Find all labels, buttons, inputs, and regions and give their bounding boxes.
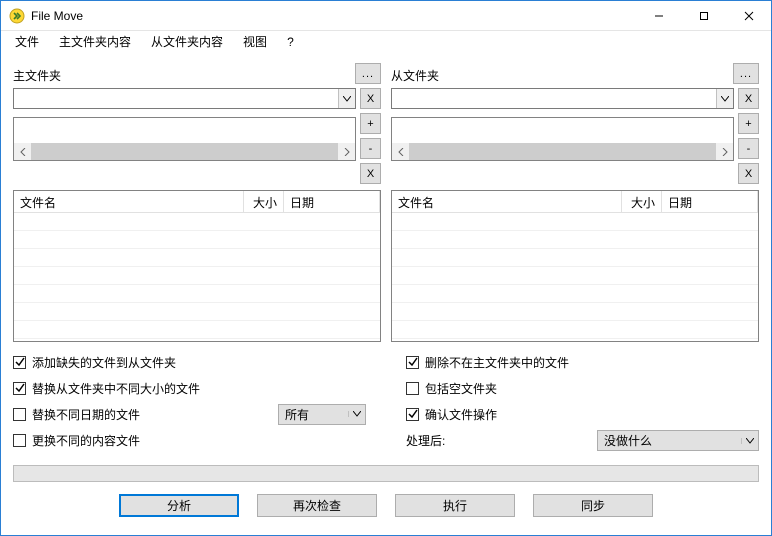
table-row <box>392 321 758 339</box>
slave-folder-list[interactable] <box>391 117 734 161</box>
master-add-button[interactable]: + <box>360 113 381 134</box>
slave-clear-list-button[interactable]: X <box>738 163 759 184</box>
after-processing-label: 处理后: <box>406 432 445 449</box>
checkbox-replace-content[interactable] <box>13 434 26 447</box>
table-row <box>392 213 758 231</box>
slave-clear-button[interactable]: X <box>738 88 759 109</box>
master-folder-label: 主文件夹 <box>13 67 355 84</box>
col-header-size[interactable]: 大小 <box>622 191 662 212</box>
slave-folder-label: 从文件夹 <box>391 67 733 84</box>
checkbox-delete-missing[interactable] <box>406 356 419 369</box>
menu-slave-content[interactable]: 从文件夹内容 <box>143 31 231 52</box>
table-row <box>392 249 758 267</box>
table-row <box>14 285 380 303</box>
table-row <box>392 303 758 321</box>
after-processing-value: 没做什么 <box>598 432 741 449</box>
table-row <box>14 249 380 267</box>
scroll-right-icon[interactable] <box>338 143 355 160</box>
close-button[interactable] <box>726 1 771 30</box>
horizontal-scrollbar[interactable] <box>14 143 355 160</box>
label-delete-missing: 删除不在主文件夹中的文件 <box>425 354 569 371</box>
table-row <box>14 231 380 249</box>
slave-remove-button[interactable]: - <box>738 138 759 159</box>
table-row <box>14 303 380 321</box>
slave-folder-value <box>392 89 716 108</box>
minimize-button[interactable] <box>636 1 681 30</box>
execute-button[interactable]: 执行 <box>395 494 515 517</box>
col-header-filename[interactable]: 文件名 <box>392 191 622 212</box>
master-remove-button[interactable]: - <box>360 138 381 159</box>
menu-master-content[interactable]: 主文件夹内容 <box>51 31 139 52</box>
slave-file-grid[interactable]: 文件名 大小 日期 <box>391 190 759 342</box>
options-right: 删除不在主文件夹中的文件 包括空文件夹 确认文件操作 处理后: 没做什么 <box>376 352 759 451</box>
col-header-size[interactable]: 大小 <box>244 191 284 212</box>
app-icon <box>9 8 25 24</box>
checkbox-add-missing[interactable] <box>13 356 26 369</box>
options-left: 添加缺失的文件到从文件夹 替换从文件夹中不同大小的文件 替换不同日期的文件 所有 <box>13 352 366 451</box>
horizontal-scrollbar[interactable] <box>392 143 733 160</box>
date-filter-select[interactable]: 所有 <box>278 404 366 425</box>
chevron-down-icon <box>716 89 733 108</box>
table-row <box>392 285 758 303</box>
label-add-missing: 添加缺失的文件到从文件夹 <box>32 354 176 371</box>
table-row <box>392 231 758 249</box>
chevron-down-icon <box>741 438 758 444</box>
scroll-right-icon[interactable] <box>716 143 733 160</box>
menu-bar: 文件 主文件夹内容 从文件夹内容 视图 ? <box>1 31 771 53</box>
master-file-grid[interactable]: 文件名 大小 日期 <box>13 190 381 342</box>
slave-folder-combo[interactable] <box>391 88 734 109</box>
label-replace-size: 替换从文件夹中不同大小的文件 <box>32 380 200 397</box>
checkbox-confirm-ops[interactable] <box>406 408 419 421</box>
menu-help[interactable]: ? <box>279 33 302 51</box>
after-processing-select[interactable]: 没做什么 <box>597 430 759 451</box>
label-replace-content: 更换不同的内容文件 <box>32 432 140 449</box>
window-title: File Move <box>31 9 83 23</box>
col-header-date[interactable]: 日期 <box>284 191 380 212</box>
master-folder-value <box>14 89 338 108</box>
maximize-button[interactable] <box>681 1 726 30</box>
scroll-left-icon[interactable] <box>14 143 31 160</box>
master-folder-combo[interactable] <box>13 88 356 109</box>
checkbox-replace-date[interactable] <box>13 408 26 421</box>
status-bar <box>13 465 759 482</box>
label-confirm-ops: 确认文件操作 <box>425 406 497 423</box>
checkbox-replace-size[interactable] <box>13 382 26 395</box>
title-bar: File Move <box>1 1 771 31</box>
table-row <box>14 213 380 231</box>
date-filter-value: 所有 <box>279 406 348 423</box>
menu-file[interactable]: 文件 <box>7 31 47 52</box>
master-clear-list-button[interactable]: X <box>360 163 381 184</box>
sync-button[interactable]: 同步 <box>533 494 653 517</box>
master-browse-button[interactable]: ... <box>355 63 381 84</box>
label-replace-date: 替换不同日期的文件 <box>32 406 140 423</box>
chevron-down-icon <box>338 89 355 108</box>
slave-browse-button[interactable]: ... <box>733 63 759 84</box>
chevron-down-icon <box>348 411 365 417</box>
slave-add-button[interactable]: + <box>738 113 759 134</box>
recheck-button[interactable]: 再次检查 <box>257 494 377 517</box>
checkbox-include-empty[interactable] <box>406 382 419 395</box>
table-row <box>14 267 380 285</box>
master-folder-list[interactable] <box>13 117 356 161</box>
col-header-date[interactable]: 日期 <box>662 191 758 212</box>
scroll-left-icon[interactable] <box>392 143 409 160</box>
table-row <box>14 321 380 339</box>
table-row <box>392 267 758 285</box>
label-include-empty: 包括空文件夹 <box>425 380 497 397</box>
menu-view[interactable]: 视图 <box>235 31 275 52</box>
col-header-filename[interactable]: 文件名 <box>14 191 244 212</box>
analyze-button[interactable]: 分析 <box>119 494 239 517</box>
slave-panel: 从文件夹 ... X <box>391 63 759 342</box>
master-clear-button[interactable]: X <box>360 88 381 109</box>
master-panel: 主文件夹 ... X <box>13 63 381 342</box>
